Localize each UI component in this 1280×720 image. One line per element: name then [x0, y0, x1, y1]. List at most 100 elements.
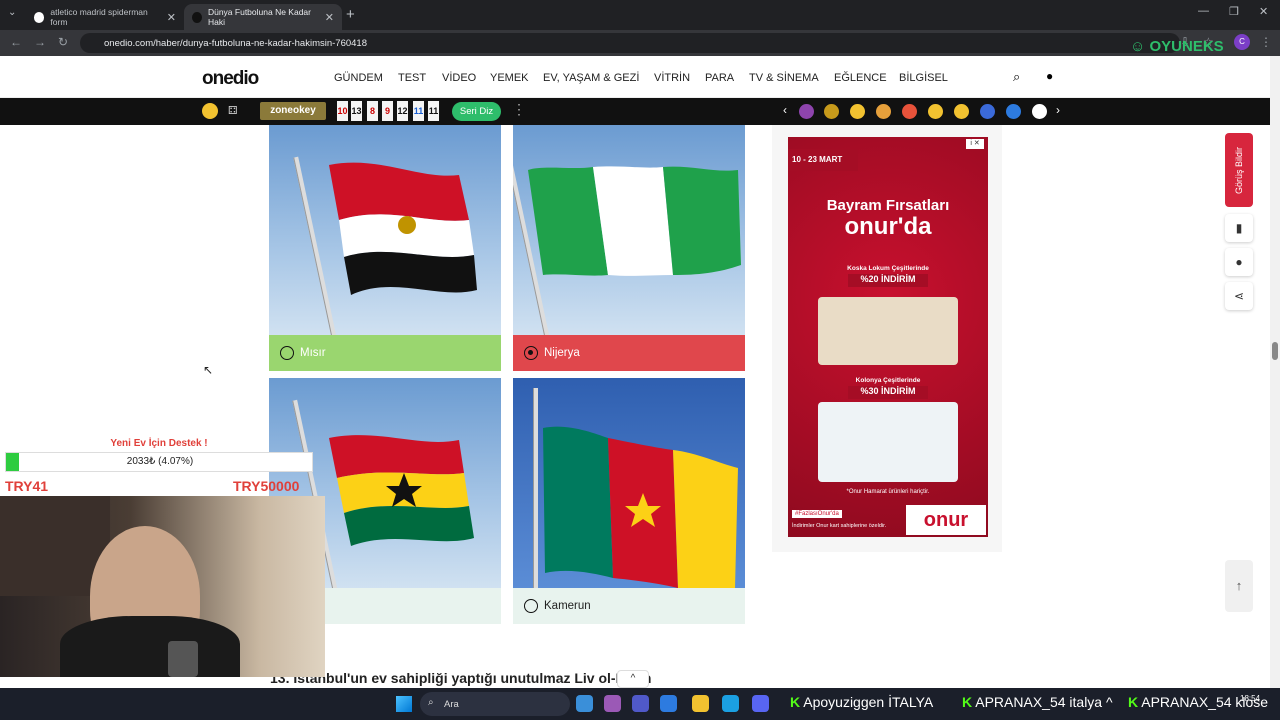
chevron-left-icon[interactable]: ‹	[783, 103, 787, 117]
nav-yemek[interactable]: YEMEK	[490, 72, 529, 84]
site-logo[interactable]: onedio	[202, 68, 259, 90]
ad-hashtag: #FazlasıOnur'da	[792, 510, 842, 518]
nav-video[interactable]: VİDEO	[442, 72, 476, 84]
new-tab-button[interactable]: +	[346, 6, 355, 23]
store-icon[interactable]	[660, 695, 677, 712]
windows-start-icon[interactable]	[396, 696, 412, 712]
flag-image	[513, 125, 745, 335]
seri-diz-button[interactable]: Seri Diz	[452, 102, 501, 121]
ad-info-icon[interactable]: i ✕	[966, 139, 984, 149]
menu-icon[interactable]: ⋮	[1260, 35, 1272, 49]
zoneokey-logo[interactable]: zoneokey	[260, 102, 326, 120]
taskbar-search[interactable]: ⌕ Ara	[420, 692, 570, 716]
ad-offer2-title: Kolonya Çeşitlerinde	[855, 377, 921, 384]
radio-button-selected[interactable]	[524, 346, 538, 360]
user-icon[interactable]: ●	[1046, 69, 1053, 83]
option-bar[interactable]: Mısır	[269, 335, 501, 371]
clock[interactable]: 18:54	[1240, 694, 1260, 703]
more-icon[interactable]: ⋮	[512, 101, 526, 118]
kolonya-product-image	[818, 402, 958, 482]
google-icon	[34, 11, 45, 23]
teams-icon[interactable]	[632, 695, 649, 712]
nav-gundem[interactable]: GÜNDEM	[334, 72, 383, 84]
reaction-icon[interactable]	[850, 104, 865, 119]
url-field[interactable]: onedio.com/haber/dunya-futboluna-ne-kada…	[80, 33, 1180, 53]
option-bar[interactable]: Kamerun	[513, 588, 745, 624]
back-icon[interactable]: ←	[10, 35, 22, 49]
donation-progress-text: 2033₺ (4.07%)	[126, 456, 194, 467]
radio-button[interactable]	[524, 599, 538, 613]
nav-para[interactable]: PARA	[705, 72, 734, 84]
radio-button[interactable]	[280, 346, 294, 360]
chevron-up-icon[interactable]: ^	[617, 670, 649, 688]
scroll-to-top-button[interactable]: ↑	[1225, 560, 1253, 612]
edge-icon[interactable]	[722, 695, 739, 712]
minimize-button[interactable]: —	[1198, 5, 1209, 17]
tab-2[interactable]: Dünya Futboluna Ne Kadar Haki ✕	[184, 4, 342, 30]
onedio-icon	[192, 11, 202, 23]
okey-tile: 11	[413, 101, 424, 121]
egypt-flag	[329, 162, 477, 295]
okey-tile: 10	[337, 101, 348, 121]
tab-title: Dünya Futboluna Ne Kadar Haki	[207, 7, 311, 27]
taskbar-search-label: Ara	[444, 698, 459, 710]
donation-min: TRY41	[5, 478, 49, 494]
dice-icon[interactable]: ⚃	[228, 104, 238, 117]
nav-tv-sinema[interactable]: TV & SİNEMA	[749, 72, 819, 84]
donation-max: TRY50000	[233, 478, 300, 494]
share-icon[interactable]: ⋖	[1225, 282, 1253, 310]
close-icon[interactable]: ✕	[325, 11, 334, 24]
next-question-heading: 13. İstanbul'un ev sahipliği yaptığı unu…	[270, 670, 652, 686]
tab-title: atletico madrid spiderman form	[50, 7, 148, 27]
ad-bottom-text: İndirimler Onur kart sahiplerine özeldir…	[792, 523, 887, 529]
reaction-icon[interactable]	[824, 104, 839, 119]
reload-icon[interactable]: ↻	[58, 35, 68, 49]
option-label: Nijerya	[544, 347, 580, 359]
discord-icon[interactable]	[752, 695, 769, 712]
close-window-button[interactable]: ✕	[1259, 5, 1268, 18]
reaction-icon[interactable]	[902, 104, 917, 119]
reaction-icon[interactable]	[799, 104, 814, 119]
quiz-option-card[interactable]: Kamerun	[513, 378, 745, 624]
nav-eglence[interactable]: EĞLENCE	[834, 72, 887, 84]
tab-search-icon[interactable]: ⌄	[8, 7, 16, 18]
quiz-option-card[interactable]: Mısır	[269, 125, 501, 371]
nigeria-flag	[528, 166, 741, 276]
search-icon: ⌕	[428, 697, 434, 708]
bookmark-icon[interactable]: ▮	[1225, 214, 1253, 242]
comments-icon[interactable]: ●	[1225, 248, 1253, 276]
tab-1[interactable]: atletico madrid spiderman form ✕	[26, 4, 184, 30]
reaction-icon[interactable]	[1006, 104, 1021, 119]
reaction-icon[interactable]	[876, 104, 891, 119]
ad-headline: Bayram Fırsatları	[826, 197, 950, 214]
app-icon[interactable]	[576, 695, 593, 712]
nav-ev-yasam[interactable]: EV, YAŞAM & GEZİ	[543, 72, 639, 84]
chevron-right-icon[interactable]: ›	[1056, 103, 1060, 117]
chat-ticker-item: K APRANAX_54 italya ^	[962, 694, 1113, 710]
close-icon[interactable]: ✕	[167, 11, 176, 24]
restore-button[interactable]: ❐	[1229, 5, 1239, 18]
onur-ad-banner[interactable]: 10 - 23 MART i ✕ Bayram Fırsatları onur'…	[788, 137, 988, 537]
feedback-button[interactable]: Görüş Bildir	[1225, 133, 1253, 207]
nav-test[interactable]: TEST	[398, 72, 426, 84]
nav-vitrin[interactable]: VİTRİN	[654, 72, 690, 84]
forward-icon[interactable]: →	[34, 35, 46, 49]
reaction-icon[interactable]	[980, 104, 995, 119]
explorer-icon[interactable]	[692, 695, 709, 712]
reaction-icon[interactable]	[954, 104, 969, 119]
nav-bilgisel[interactable]: BİLGİSEL	[899, 72, 948, 84]
reaction-icon[interactable]	[1032, 104, 1047, 119]
game-icon[interactable]	[202, 103, 218, 119]
app-icon[interactable]	[604, 695, 621, 712]
ad-brand-headline: onur'da	[844, 213, 932, 240]
option-label: Kamerun	[544, 600, 591, 612]
quiz-option-card[interactable]: Nijerya	[513, 125, 745, 371]
webcam-overlay	[0, 496, 325, 677]
reaction-icon[interactable]	[928, 104, 943, 119]
search-icon[interactable]: ⌕	[1013, 69, 1020, 85]
okey-tile: 11	[428, 101, 439, 121]
option-bar[interactable]: Nijerya	[513, 335, 745, 371]
okey-tile: 12	[397, 101, 408, 121]
scrollbar-thumb[interactable]	[1272, 342, 1278, 360]
scrollbar[interactable]	[1270, 56, 1280, 688]
